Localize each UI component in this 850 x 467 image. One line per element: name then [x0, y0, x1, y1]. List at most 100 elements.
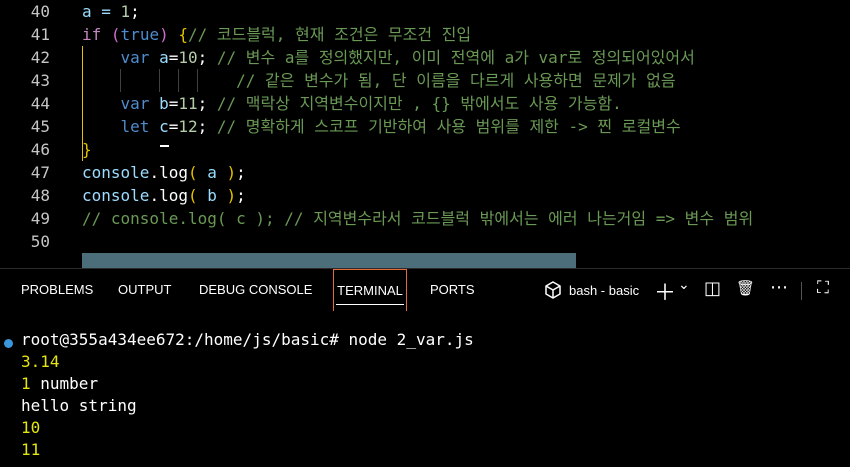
code-token: =	[168, 48, 179, 67]
code-token: ;	[130, 2, 140, 21]
line-number: 42	[30, 48, 50, 67]
code-token: a	[159, 48, 169, 67]
terminal-output-line: hello string	[21, 395, 137, 417]
code-line[interactable]: 48 console.log( b );	[0, 184, 850, 207]
code-token: }	[82, 140, 92, 159]
code-token: console	[82, 186, 150, 205]
code-token: c	[159, 117, 169, 136]
code-token: 1	[120, 2, 131, 21]
code-token: log	[159, 163, 188, 182]
output-type: number	[30, 374, 99, 393]
code-token: // 맥락상 지역변수이지만 , {} 밖에서도 사용 가능함.	[216, 94, 622, 113]
code-line[interactable]: 50	[0, 230, 850, 253]
code-token: .	[149, 186, 160, 205]
indent-guide	[120, 69, 121, 92]
code-token: ;	[236, 163, 246, 182]
code-token: =	[168, 94, 179, 113]
code-text: let c=12; // 명확하게 스코프 기반하여 사용 범위를 제한 -> …	[82, 115, 681, 138]
code-token: 10	[178, 48, 198, 67]
code-token: ;	[197, 94, 217, 113]
tab-terminal[interactable]: TERMINAL	[333, 269, 407, 311]
command-status-dot	[4, 339, 13, 348]
output-value: 11	[21, 440, 41, 459]
code-token: // console.log( c ); // 지역변수라서 코드블럭 밖에서는…	[82, 209, 754, 228]
code-text: }	[82, 138, 92, 161]
code-token: (	[110, 25, 121, 44]
code-text: a = 1;	[82, 0, 140, 23]
text-cursor	[160, 145, 169, 147]
code-line[interactable]: 43 // 같은 변수가 됨, 단 이름을 다르게 사용하면 문제가 없음	[0, 69, 850, 92]
code-editor[interactable]: 40 a = 1; 41 if (true) {// 코드블럭, 현재 조건은 무조건…	[0, 0, 850, 268]
code-line[interactable]: 46}	[0, 138, 850, 161]
terminal-output-line: 11	[21, 439, 40, 461]
output-value: 10	[21, 418, 41, 437]
maximize-panel-icon[interactable]: ⛶	[817, 278, 829, 298]
terminal-output-line: 10	[21, 417, 40, 439]
line-number: 49	[30, 209, 50, 228]
code-token: a	[197, 163, 227, 182]
tab-output[interactable]: OUTPUT	[116, 269, 173, 311]
terminal-output-line: 1 number	[21, 373, 98, 395]
code-token: console	[82, 163, 150, 182]
code-text: // 같은 변수가 됨, 단 이름을 다르게 사용하면 문제가 없음	[82, 69, 675, 92]
code-token: // 명확하게 스코프 기반하여 사용 범위를 제한 -> 찐 로컬변수	[216, 117, 681, 136]
line-number: 43	[30, 71, 50, 90]
code-token: )	[159, 25, 169, 44]
code-text: var a=10; // 변수 a를 정의했지만, 이미 전역에 a가 var로…	[82, 46, 695, 69]
code-line[interactable]: 42 var a=10; // 변수 a를 정의했지만, 이미 전역에 a가 v…	[0, 46, 850, 69]
code-text: var b=11; // 맥락상 지역변수이지만 , {} 밖에서도 사용 가능…	[82, 92, 622, 115]
tab-ports[interactable]: PORTS	[428, 269, 477, 311]
code-token: {	[168, 25, 188, 44]
output-value: hello string	[21, 396, 137, 415]
code-token: 11	[178, 94, 198, 113]
line-number: 46	[30, 140, 50, 159]
code-token: log	[159, 186, 188, 205]
output-value: 1	[21, 374, 31, 393]
code-token: ;	[236, 186, 246, 205]
code-line[interactable]: 44 var b=11; // 맥락상 지역변수이지만 , {} 밖에서도 사용…	[0, 92, 850, 115]
code-token: (	[187, 186, 198, 205]
line-number: 40	[30, 2, 50, 21]
code-line[interactable]: 49 // console.log( c ); // 지역변수라서 코드블럭 밖에…	[0, 207, 850, 230]
code-token: )	[226, 163, 237, 182]
terminal-output-line: 3.14	[21, 351, 60, 373]
code-token: let	[82, 117, 160, 136]
line-number: 48	[30, 186, 50, 205]
line-number: 45	[30, 117, 50, 136]
code-token: var	[82, 48, 160, 67]
code-token: a =	[82, 2, 121, 21]
indent-guide	[159, 69, 160, 92]
code-token: =	[168, 117, 179, 136]
output-value: 3.14	[21, 352, 60, 371]
split-terminal-icon[interactable]: ◫	[704, 278, 721, 299]
more-actions-icon[interactable]: ⋯	[770, 277, 788, 298]
code-token: true	[120, 25, 160, 44]
panel-tabs: PROBLEMS OUTPUT DEBUG CONSOLE TERMINAL P…	[0, 269, 850, 313]
code-token: ;	[197, 117, 217, 136]
code-token: // 변수 a를 정의했지만, 이미 전역에 a가 var로 정의되어있어서	[216, 48, 695, 67]
horizontal-scrollbar[interactable]	[82, 253, 576, 268]
code-text: if (true) {// 코드블럭, 현재 조건은 무조건 진입	[82, 23, 471, 46]
terminal-prompt: root@355a434ee672:/home/js/basic# node 2…	[21, 330, 474, 349]
code-line[interactable]: 40 a = 1;	[0, 0, 850, 23]
code-token: // 코드블럭, 현재 조건은 무조건 진입	[187, 25, 472, 44]
code-text: // console.log( c ); // 지역변수라서 코드블럭 밖에서는…	[82, 207, 753, 230]
line-number: 50	[30, 232, 50, 251]
tab-debug-console[interactable]: DEBUG CONSOLE	[197, 269, 314, 311]
indent-guide	[178, 69, 179, 92]
tab-problems[interactable]: PROBLEMS	[19, 269, 95, 311]
chevron-down-icon[interactable]: ⌄	[678, 277, 690, 293]
code-line[interactable]: 41 if (true) {// 코드블럭, 현재 조건은 무조건 진입	[0, 23, 850, 46]
toolbar-divider	[801, 282, 802, 300]
code-token: .	[149, 163, 160, 182]
code-text: console.log( a );	[82, 161, 246, 184]
code-token: if	[82, 25, 111, 44]
indent-guide	[82, 46, 83, 161]
code-line[interactable]: 47 console.log( a );	[0, 161, 850, 184]
trash-icon[interactable]: 🗑	[736, 279, 755, 297]
code-token: var	[82, 94, 160, 113]
code-line[interactable]: 45 let c=12; // 명확하게 스코프 기반하여 사용 범위를 제한 …	[0, 115, 850, 138]
indent-guide	[197, 69, 198, 92]
new-terminal-plus-icon[interactable]: ＋	[654, 275, 676, 307]
code-text: console.log( b );	[82, 184, 246, 207]
